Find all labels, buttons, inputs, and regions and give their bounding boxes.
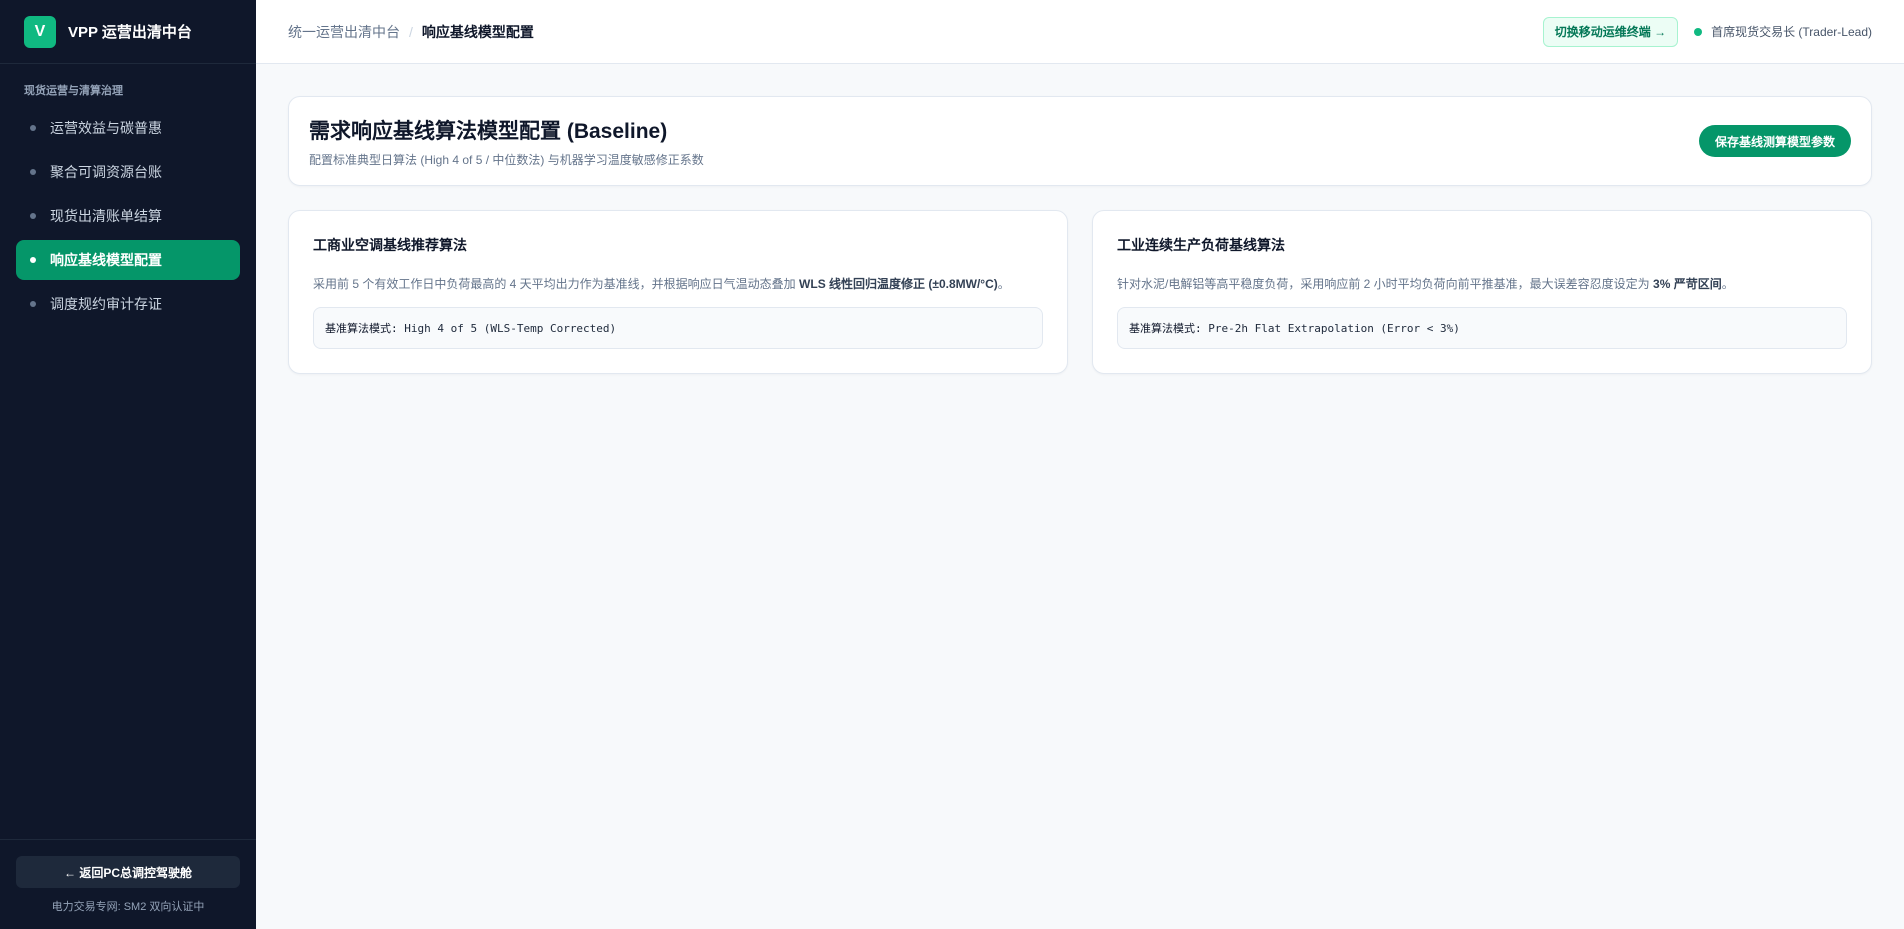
- card-desc-text: 针对水泥/电解铝等高平稳度负荷，采用响应前 2 小时平均负荷向前平推基准，最大误…: [1117, 277, 1654, 291]
- breadcrumb-separator: /: [409, 23, 413, 40]
- algorithm-mode-label: 基准算法模式:: [325, 322, 398, 335]
- sidebar-item-label: 现货出清账单结算: [50, 208, 162, 224]
- network-status-note: 电力交易专网: SM2 双向认证中: [51, 901, 205, 913]
- dot-icon: [30, 257, 36, 263]
- sidebar-item-label: 响应基线模型配置: [50, 252, 162, 268]
- brand-title: VPP 运营出清中台: [68, 24, 192, 41]
- topbar-right: 切换移动运维终端 → 首席现货交易长 (Trader-Lead): [1542, 16, 1872, 47]
- card-desc-suffix: 。: [1721, 277, 1734, 291]
- page-header-text: 需求响应基线算法模型配置 (Baseline) 配置标准典型日算法 (High …: [309, 115, 704, 168]
- dot-icon: [30, 301, 36, 307]
- brand-logo: V: [24, 15, 56, 48]
- algorithm-mode-box: 基准算法模式: High 4 of 5 (WLS-Temp Corrected): [313, 307, 1043, 349]
- breadcrumb-current: 响应基线模型配置: [421, 23, 534, 40]
- algorithm-card-hvac: 工商业空调基线推荐算法 采用前 5 个有效工作日中负荷最高的 4 天平均出力作为…: [288, 210, 1068, 374]
- sidebar-footer: ← 返回PC总调控驾驶舱 电力交易专网: SM2 双向认证中: [0, 839, 256, 929]
- sidebar-item-label: 运营效益与碳普惠: [50, 120, 162, 136]
- dot-icon: [30, 125, 36, 131]
- brand: V VPP 运营出清中台: [0, 0, 256, 64]
- breadcrumb: 统一运营出清中台 / 响应基线模型配置: [288, 22, 534, 42]
- card-desc-text: 采用前 5 个有效工作日中负荷最高的 4 天平均出力作为基准线，并根据响应日气温…: [313, 277, 800, 291]
- user-status: 首席现货交易长 (Trader-Lead): [1694, 23, 1872, 40]
- sidebar-item-audit[interactable]: 调度规约审计存证: [16, 284, 240, 324]
- dot-icon: [30, 169, 36, 175]
- card-description: 采用前 5 个有效工作日中负荷最高的 4 天平均出力作为基准线，并根据响应日气温…: [313, 275, 1043, 293]
- sidebar-item-resource-ledger[interactable]: 聚合可调资源台账: [16, 152, 240, 192]
- sidebar-item-label: 调度规约审计存证: [50, 296, 162, 312]
- card-title: 工商业空调基线推荐算法: [313, 237, 467, 253]
- dot-icon: [30, 213, 36, 219]
- page-subtitle: 配置标准典型日算法 (High 4 of 5 / 中位数法) 与机器学习温度敏感…: [309, 152, 704, 167]
- user-role: 首席现货交易长 (Trader-Lead): [1711, 25, 1872, 39]
- algorithm-mode-value: Pre-2h Flat Extrapolation (Error < 3%): [1208, 321, 1460, 335]
- sidebar-item-settlement[interactable]: 现货出清账单结算: [16, 196, 240, 236]
- algorithm-cards: 工商业空调基线推荐算法 采用前 5 个有效工作日中负荷最高的 4 天平均出力作为…: [288, 210, 1872, 374]
- sidebar: V VPP 运营出清中台 现货运营与清算治理 运营效益与碳普惠 聚合可调资源台账…: [0, 0, 256, 929]
- main-content: 需求响应基线算法模型配置 (Baseline) 配置标准典型日算法 (High …: [288, 96, 1872, 374]
- save-baseline-params-button[interactable]: 保存基线测算模型参数: [1698, 125, 1851, 157]
- sidebar-item-baseline-config[interactable]: 响应基线模型配置: [16, 240, 240, 280]
- breadcrumb-parent[interactable]: 统一运营出清中台: [288, 22, 400, 42]
- algorithm-mode-value: High 4 of 5 (WLS-Temp Corrected): [404, 321, 617, 335]
- page-header-card: 需求响应基线算法模型配置 (Baseline) 配置标准典型日算法 (High …: [288, 96, 1872, 186]
- topbar: 统一运营出清中台 / 响应基线模型配置 切换移动运维终端 → 首席现货交易长 (…: [256, 0, 1904, 64]
- sidebar-item-operation-benefit[interactable]: 运营效益与碳普惠: [16, 108, 240, 148]
- online-status-icon: [1694, 27, 1703, 36]
- card-description: 针对水泥/电解铝等高平稳度负荷，采用响应前 2 小时平均负荷向前平推基准，最大误…: [1117, 275, 1847, 293]
- back-to-cockpit-button[interactable]: ← 返回PC总调控驾驶舱: [16, 856, 240, 888]
- algorithm-mode-box: 基准算法模式: Pre-2h Flat Extrapolation (Error…: [1117, 307, 1847, 349]
- card-desc-highlight: WLS 线性回归温度修正 (±0.8MW/°C): [799, 277, 998, 291]
- card-desc-highlight: 3% 严苛区间: [1653, 277, 1722, 291]
- card-desc-suffix: 。: [997, 277, 1010, 291]
- page-title: 需求响应基线算法模型配置 (Baseline): [309, 119, 668, 143]
- switch-mobile-terminal-button[interactable]: 切换移动运维终端 →: [1542, 16, 1679, 47]
- nav-section-label: 现货运营与清算治理: [24, 85, 123, 97]
- algorithm-card-industrial: 工业连续生产负荷基线算法 针对水泥/电解铝等高平稳度负荷，采用响应前 2 小时平…: [1092, 210, 1872, 374]
- sidebar-item-label: 聚合可调资源台账: [50, 164, 162, 180]
- algorithm-mode-label: 基准算法模式:: [1129, 322, 1202, 335]
- card-title: 工业连续生产负荷基线算法: [1117, 237, 1285, 253]
